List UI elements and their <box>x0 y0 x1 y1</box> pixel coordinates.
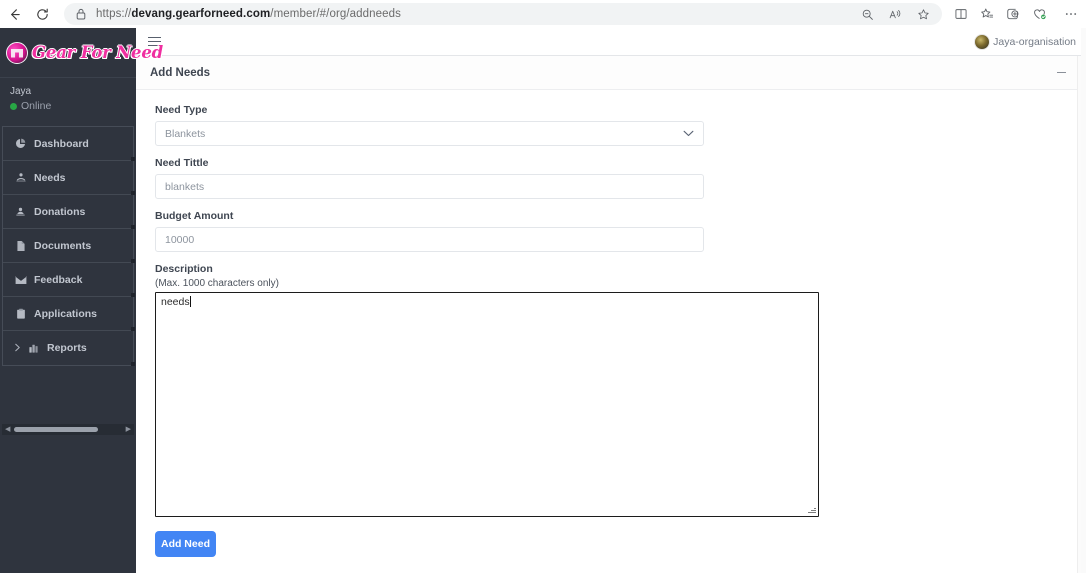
clipboard-icon <box>14 308 27 320</box>
budget-amount-input[interactable]: 10000 <box>155 227 704 252</box>
split-screen-icon[interactable] <box>948 1 974 27</box>
sidebar-item-label: Applications <box>34 307 98 320</box>
online-status-dot-icon <box>10 102 17 110</box>
need-type-label: Need Type <box>155 104 208 116</box>
budget-amount-value: 10000 <box>165 233 195 246</box>
page-content: Add Needs Need Type Blankets Need Tittle <box>136 56 1086 573</box>
text-cursor <box>189 296 191 307</box>
chevron-right-icon <box>14 343 22 354</box>
org-account[interactable]: Jaya-organisation <box>974 33 1076 50</box>
brand-logo[interactable]: Gear For Need <box>0 28 163 78</box>
sidebar-item-applications[interactable]: Applications <box>3 297 135 331</box>
resize-handle[interactable] <box>807 505 816 514</box>
field-need-type: Need Type Blankets <box>155 104 1086 146</box>
sidebar-item-label: Feedback <box>34 273 83 286</box>
search-zoom-icon[interactable] <box>854 1 880 27</box>
sidebar-item-label: Documents <box>34 239 92 252</box>
page-title: Add Needs <box>150 66 211 79</box>
scroll-left-arrow-icon[interactable]: ◀ <box>5 426 10 433</box>
envelope-icon <box>14 275 27 285</box>
sidebar-item-label: Reports <box>47 342 87 354</box>
card-header: Add Needs <box>136 56 1086 90</box>
page-container: Jaya-organisation Add Needs Need Type Bl… <box>136 28 1086 573</box>
sidebar-item-label: Needs <box>34 171 66 184</box>
browser-actions <box>948 1 1086 27</box>
browser-toolbar: https://devang.gearforneed.com/member/#/… <box>0 0 1086 28</box>
description-value: needs <box>161 296 190 308</box>
app-sidebar: Gear For Need Jaya Online Dashboard Need… <box>0 28 163 573</box>
sidebar-user-status-label: Online <box>21 100 52 112</box>
settings-more-icon[interactable] <box>1058 1 1084 27</box>
hands-person-icon <box>14 172 27 183</box>
sidebar-item-label: Donations <box>34 205 86 218</box>
need-title-input[interactable]: blankets <box>155 174 704 199</box>
org-name-label: Jaya-organisation <box>993 35 1076 48</box>
brand-name: Gear For Need <box>32 43 163 62</box>
avatar <box>974 33 991 50</box>
sidebar-item-feedback[interactable]: Feedback <box>3 263 135 297</box>
gear-for-need-logo-icon <box>6 41 28 64</box>
field-need-title: Need Tittle blankets <box>155 157 1086 199</box>
collections-icon[interactable] <box>974 1 1000 27</box>
address-bar[interactable]: https://devang.gearforneed.com/member/#/… <box>64 3 942 25</box>
sidebar-item-documents[interactable]: Documents <box>3 229 135 263</box>
sidebar-item-dashboard[interactable]: Dashboard <box>3 127 135 161</box>
sidebar-item-needs[interactable]: Needs <box>3 161 135 195</box>
description-hint: (Max. 1000 characters only) <box>155 278 279 289</box>
sidebar-nav: Dashboard Needs Donations Documents Feed… <box>2 126 135 366</box>
need-type-select[interactable]: Blankets <box>155 121 704 146</box>
sidebar-user-name: Jaya <box>10 86 32 97</box>
add-need-button[interactable]: Add Need <box>155 531 216 557</box>
sidebar-item-reports[interactable]: Reports <box>3 331 135 366</box>
description-label: Description <box>155 263 213 275</box>
add-needs-form: Need Type Blankets Need Tittle blankets <box>136 90 1086 557</box>
url-text: https://devang.gearforneed.com/member/#/… <box>96 8 401 20</box>
sidebar-user-panel: Jaya Online <box>0 78 136 122</box>
browser-essentials-icon[interactable] <box>1000 1 1026 27</box>
lock-icon <box>72 8 90 20</box>
address-bar-actions <box>854 3 940 25</box>
favorite-star-icon[interactable] <box>910 1 936 27</box>
app-topbar: Jaya-organisation <box>136 28 1086 56</box>
field-budget-amount: Budget Amount 10000 <box>155 210 1086 252</box>
sidebar-item-donations[interactable]: Donations <box>3 195 135 229</box>
sidebar-user-status: Online <box>10 100 136 112</box>
chevron-down-icon <box>683 130 694 137</box>
description-textarea[interactable]: needs <box>155 292 819 517</box>
browser-vertical-scrollbar[interactable] <box>1081 28 1086 573</box>
back-arrow-icon[interactable] <box>0 0 28 28</box>
reload-icon[interactable] <box>28 0 56 28</box>
sidebar-horizontal-scrollbar[interactable]: ◀ ▶ <box>2 424 134 435</box>
shopping-rewards-icon[interactable] <box>1026 1 1052 27</box>
budget-amount-label: Budget Amount <box>155 210 234 222</box>
need-type-value: Blankets <box>165 127 206 140</box>
minimize-icon[interactable] <box>1054 66 1068 80</box>
report-chart-icon <box>27 343 40 354</box>
document-icon <box>14 240 27 252</box>
scrollbar-thumb[interactable] <box>14 427 98 432</box>
read-aloud-icon[interactable] <box>882 1 908 27</box>
donation-icon <box>14 206 27 217</box>
pie-chart-icon <box>14 138 27 149</box>
scroll-right-arrow-icon[interactable]: ▶ <box>126 426 131 433</box>
need-title-label: Need Tittle <box>155 157 209 169</box>
need-title-value: blankets <box>165 180 205 193</box>
field-description: Description (Max. 1000 characters only) … <box>155 263 1086 517</box>
sidebar-item-label: Dashboard <box>34 137 89 150</box>
